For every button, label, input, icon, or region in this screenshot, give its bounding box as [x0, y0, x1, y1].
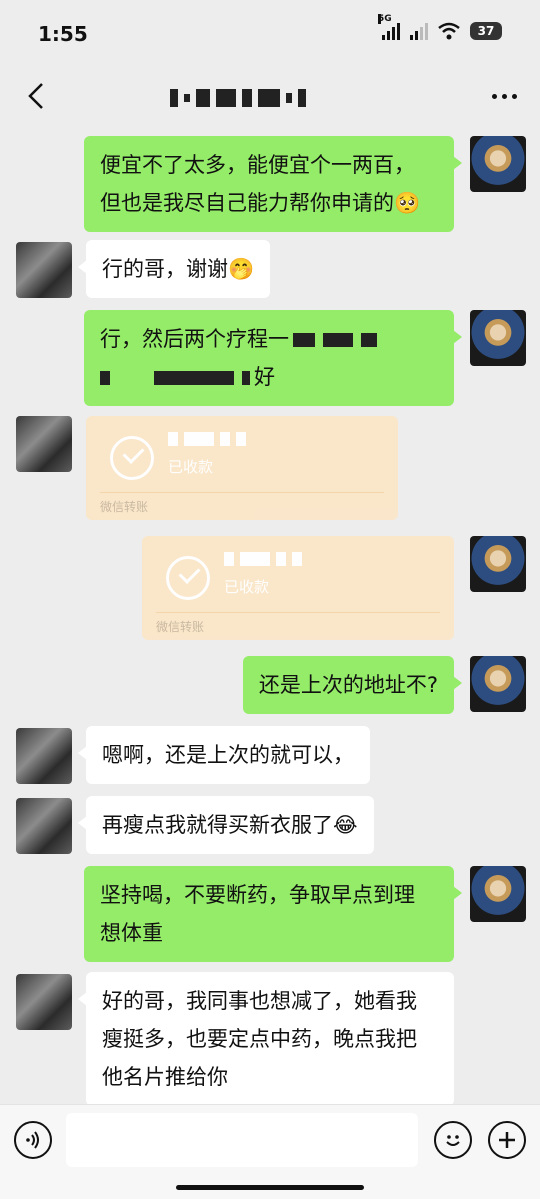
- home-indicator: [176, 1185, 364, 1190]
- emoji-button[interactable]: [434, 1121, 472, 1159]
- message-text: 但也是我尽自己能力帮你申请的🥺: [100, 191, 421, 215]
- redacted-text: [154, 371, 234, 385]
- message-text: 他名片推给你: [102, 1065, 228, 1089]
- message-text: 行的哥，谢谢🤭: [102, 257, 255, 281]
- message-bubble[interactable]: 行的哥，谢谢🤭: [77, 240, 271, 298]
- redacted-text: [293, 333, 315, 347]
- plus-button[interactable]: [488, 1121, 526, 1159]
- message-bubble[interactable]: 还是上次的地址不?: [242, 656, 463, 714]
- message-bubble[interactable]: 坚持喝，不要断药，争取早点到理 想体重: [84, 866, 462, 962]
- message-text: 便宜不了太多，能便宜个一两百，: [100, 153, 415, 177]
- transfer-divider: [100, 492, 384, 493]
- my-avatar[interactable]: [470, 310, 526, 366]
- transfer-footer: 微信转账: [100, 500, 149, 514]
- cellular-signal-icon: 5G: [378, 14, 400, 40]
- message-bubble[interactable]: 行，然后两个疗程一 好: [84, 310, 462, 406]
- message-bubble[interactable]: 再瘦点我就得买新衣服了😂: [78, 796, 374, 854]
- voice-icon: [26, 1131, 39, 1149]
- status-icons: 5G 37: [378, 14, 502, 40]
- transfer-card[interactable]: 已收款 微信转账: [142, 536, 454, 640]
- check-circle-icon: [110, 436, 154, 480]
- chat-messages[interactable]: 便宜不了太多，能便宜个一两百， 但也是我尽自己能力帮你申请的🥺 行的哥，谢谢🤭 …: [0, 124, 540, 1104]
- more-dots-icon: [491, 93, 497, 99]
- message-input[interactable]: [66, 1113, 418, 1167]
- transfer-amount-redacted: [224, 552, 324, 568]
- transfer-amount-redacted: [168, 432, 268, 448]
- message-text: 好的哥，我同事也想减了，她看我: [102, 989, 417, 1013]
- plus-icon: [499, 1132, 515, 1148]
- chat-title-redacted: [170, 86, 380, 110]
- transfer-status: 已收款: [224, 578, 270, 596]
- my-avatar[interactable]: [470, 866, 526, 922]
- message-bubble[interactable]: 好的哥，我同事也想减了，她看我 瘦挺多，也要定点中药，晚点我把 他名片推给你: [78, 972, 454, 1104]
- secondary-signal-icon: [410, 22, 428, 40]
- message-text: 再瘦点我就得买新衣服了😂: [102, 813, 358, 837]
- back-button[interactable]: [18, 78, 54, 114]
- emoji-icon: [446, 1135, 460, 1146]
- more-button[interactable]: [486, 82, 522, 110]
- message-text: 好: [100, 358, 438, 396]
- status-time: 1:55: [38, 22, 88, 46]
- my-avatar[interactable]: [470, 656, 526, 712]
- message-text: 瘦挺多，也要定点中药，晚点我把: [102, 1027, 417, 1051]
- redacted-text: [361, 333, 377, 347]
- message-text: 想体重: [100, 921, 163, 945]
- my-avatar[interactable]: [470, 136, 526, 192]
- contact-avatar[interactable]: [16, 728, 72, 784]
- input-bar: [0, 1104, 540, 1199]
- transfer-status: 已收款: [168, 458, 214, 476]
- voice-button[interactable]: [14, 1121, 52, 1159]
- redacted-text: [100, 371, 110, 385]
- status-bar: 1:55 5G 37: [0, 0, 540, 68]
- contact-avatar[interactable]: [16, 242, 72, 298]
- transfer-footer: 微信转账: [156, 620, 205, 634]
- message-text: 坚持喝，不要断药，争取早点到理: [100, 883, 415, 907]
- message-text: 嗯啊，还是上次的就可以，: [102, 743, 354, 767]
- transfer-divider: [156, 612, 440, 613]
- redacted-text: [242, 371, 250, 385]
- chevron-left-icon: [28, 83, 43, 109]
- network-type-label: 5G: [378, 14, 392, 24]
- battery-icon: 37: [470, 22, 502, 40]
- transfer-card[interactable]: 已收款 微信转账: [86, 416, 398, 520]
- my-avatar[interactable]: [470, 536, 526, 592]
- wifi-icon: [438, 22, 460, 40]
- message-text: 行，然后两个疗程一: [100, 320, 438, 358]
- message-bubble[interactable]: 便宜不了太多，能便宜个一两百， 但也是我尽自己能力帮你申请的🥺: [84, 136, 462, 232]
- nav-bar: [0, 68, 540, 124]
- contact-avatar[interactable]: [16, 974, 72, 1030]
- message-bubble[interactable]: 嗯啊，还是上次的就可以，: [78, 726, 370, 784]
- redacted-text: [323, 333, 353, 347]
- check-circle-icon: [166, 556, 210, 600]
- contact-avatar[interactable]: [16, 798, 72, 854]
- message-text: 还是上次的地址不?: [258, 673, 438, 697]
- contact-avatar[interactable]: [16, 416, 72, 472]
